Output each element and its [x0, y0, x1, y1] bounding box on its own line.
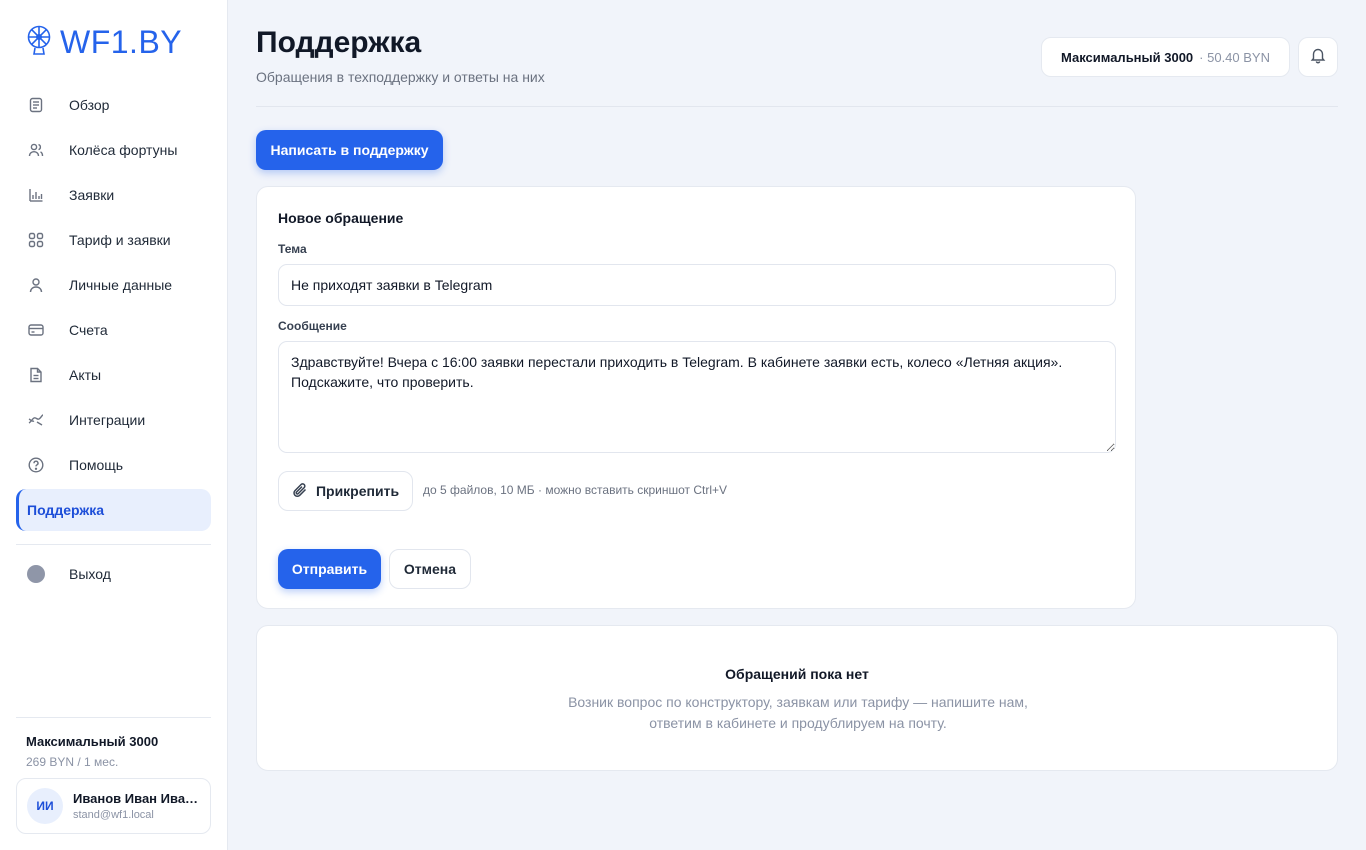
message-textarea[interactable]: Здравствуйте! Вчера с 16:00 заявки перес… — [278, 341, 1116, 453]
user-info: Иванов Иван Иванович stand@wf1.local — [73, 791, 203, 821]
cancel-button[interactable]: Отмена — [389, 549, 471, 589]
plan-name: Максимальный 3000 — [26, 734, 159, 749]
plan-chip-name: Максимальный 3000 — [1060, 49, 1194, 65]
logo-text: WF1.BY — [60, 24, 183, 60]
sidebar-item-acts[interactable]: Акты — [16, 354, 211, 396]
user-card[interactable]: ИИ Иванов Иван Иванович stand@wf1.local — [16, 778, 211, 834]
attach-hint: до 5 файлов, 10 МБ · можно вставить скри… — [423, 483, 728, 497]
user-icon — [26, 275, 46, 295]
sidebar-item-wheels[interactable]: Колёса фортуны — [16, 129, 211, 171]
user-email: stand@wf1.local — [73, 809, 154, 821]
sidebar-item-label: Акты — [69, 367, 102, 383]
sidebar-item-label: Помощь — [69, 457, 124, 473]
sidebar-item-profile[interactable]: Личные данные — [16, 264, 211, 306]
sidebar-item-label: Заявки — [69, 187, 115, 203]
sidebar-item-help[interactable]: Помощь — [16, 444, 211, 486]
sidebar-item-label: Колёса фортуны — [69, 142, 178, 158]
empty-state-text: Возник вопрос по конструктору, заявкам и… — [568, 694, 1028, 731]
plan-divider — [16, 717, 211, 718]
plan-chip-balance: · 50.40 BYN — [1199, 49, 1270, 65]
bell-icon — [1309, 46, 1327, 69]
header-divider — [256, 106, 1338, 107]
users-icon — [26, 140, 46, 160]
help-circle-icon — [26, 455, 46, 475]
sidebar-item-label: Обзор — [69, 97, 110, 113]
grid-icon — [26, 230, 46, 250]
user-name: Иванов Иван Иванович — [73, 791, 203, 806]
sidebar-item-support[interactable]: Поддержка — [16, 489, 211, 531]
empty-state-card: Обращений пока нет Возник вопрос по конс… — [256, 625, 1338, 771]
file-icon — [26, 365, 46, 385]
subject-input[interactable] — [278, 264, 1116, 306]
sidebar-item-label: Поддержка — [27, 502, 105, 518]
form-title: Новое обращение — [278, 210, 404, 226]
sidebar-nav: Обзор Колёса фортуны Заявки Тариф и заяв… — [16, 84, 211, 534]
sidebar-item-requests[interactable]: Заявки — [16, 174, 211, 216]
sidebar-divider — [16, 544, 211, 545]
sidebar-item-label: Личные данные — [69, 277, 173, 293]
sidebar-item-invoices[interactable]: Счета — [16, 309, 211, 351]
sidebar-item-overview[interactable]: Обзор — [16, 84, 211, 126]
subject-label: Тема — [278, 242, 307, 256]
logo[interactable]: WF1.BY — [26, 24, 182, 61]
document-icon — [26, 95, 46, 115]
sidebar-item-label: Интеграции — [69, 412, 146, 428]
sidebar-item-label: Счета — [69, 322, 108, 338]
paperclip-icon — [292, 482, 308, 501]
write-support-button[interactable]: Написать в поддержку — [256, 130, 443, 170]
link-icon — [26, 410, 46, 430]
page-title: Поддержка — [256, 26, 422, 59]
sidebar-item-tariff[interactable]: Тариф и заявки — [16, 219, 211, 261]
credit-card-icon — [26, 320, 46, 340]
empty-state-title: Обращений пока нет — [725, 666, 869, 682]
page-subtitle: Обращения в техподдержку и ответы на них — [256, 69, 545, 85]
bar-chart-icon — [26, 185, 46, 205]
message-label: Сообщение — [278, 319, 347, 333]
notifications-button[interactable] — [1298, 37, 1338, 77]
logout-label: Выход — [69, 566, 111, 582]
sidebar-item-label: Тариф и заявки — [69, 232, 171, 248]
sidebar: WF1.BY Обзор Колёса фортуны Заявки Тариф… — [0, 0, 228, 850]
avatar: ИИ — [27, 788, 63, 824]
attach-label: Прикрепить — [315, 483, 400, 499]
wheel-logo-icon — [26, 25, 52, 60]
new-ticket-form: Новое обращение Тема Сообщение Здравству… — [256, 186, 1136, 609]
send-button[interactable]: Отправить — [278, 549, 381, 589]
sidebar-item-integrations[interactable]: Интеграции — [16, 399, 211, 441]
attach-button[interactable]: Прикрепить — [278, 471, 413, 511]
logout-section: Выход — [16, 553, 211, 598]
plan-price: 269 BYN / 1 мес. — [26, 755, 119, 769]
logout-icon — [26, 564, 46, 584]
logout-button[interactable]: Выход — [16, 553, 211, 595]
plan-balance-chip[interactable]: Максимальный 3000 · 50.40 BYN — [1041, 37, 1290, 77]
